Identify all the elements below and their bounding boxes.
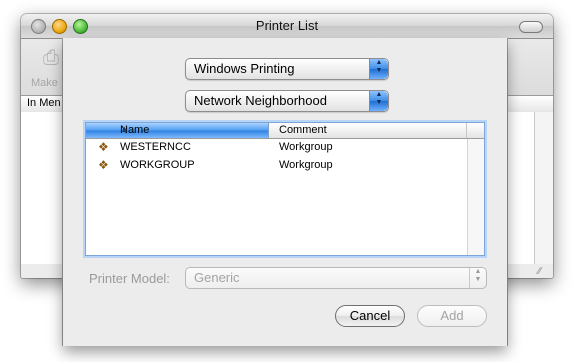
make-default-label[interactable]: Make (31, 77, 58, 89)
resize-grip-icon[interactable]: ∕∕ (538, 266, 550, 277)
popup-arrows-icon: ▲ ▼ (469, 268, 486, 288)
table-scrollbar[interactable] (467, 139, 484, 255)
row-name: WORKGROUP (120, 159, 195, 171)
connection-type-popup[interactable]: Windows Printing ▲ ▼ (185, 58, 389, 80)
connection-type-value: Windows Printing (194, 61, 295, 76)
browse-location-popup[interactable]: Network Neighborhood ▲ ▼ (185, 90, 389, 112)
popup-arrows-icon: ▲ ▼ (369, 91, 388, 111)
row-comment: Workgroup (279, 159, 333, 171)
row-comment: Workgroup (279, 141, 333, 153)
column-header-comment[interactable]: Comment (269, 123, 467, 138)
add-button: Add (417, 305, 487, 327)
printer-model-popup: Generic ▲ ▼ (185, 267, 487, 289)
table-rows: ❖ WESTERNCC Workgroup ❖ WORKGROUP Workgr… (86, 139, 467, 255)
workgroup-printer-icon: ❖ (98, 140, 109, 154)
popup-arrows-icon: ▲ ▼ (369, 59, 388, 79)
browse-location-value: Network Neighborhood (194, 93, 327, 108)
workgroup-printer-icon: ❖ (98, 158, 109, 172)
header-corner (467, 123, 484, 138)
add-printer-sheet: Windows Printing ▲ ▼ Network Neighborhood… (63, 38, 507, 346)
column-in-menu[interactable]: In Men (27, 97, 61, 109)
column-header-name[interactable]: Name ▲ (86, 123, 269, 138)
window-title: Printer List (255, 18, 319, 33)
row-name: WESTERNCC (120, 141, 191, 153)
cancel-button[interactable]: Cancel (335, 305, 405, 327)
table-row[interactable]: ❖ WESTERNCC Workgroup (86, 139, 467, 157)
toolbar-toggle-button[interactable] (519, 21, 543, 33)
printer-model-value: Generic (194, 270, 240, 285)
title-bar[interactable]: Printer List (21, 14, 553, 39)
printer-list-scrollbar[interactable] (534, 112, 553, 264)
sort-ascending-icon: ▲ (120, 124, 129, 134)
table-row[interactable]: ❖ WORKGROUP Workgroup (86, 157, 467, 175)
printer-model-label: Printer Model: (89, 271, 170, 286)
table-header: Name ▲ Comment (86, 123, 484, 139)
printer-browser-table[interactable]: Name ▲ Comment ❖ WESTERNCC Workgroup ❖ W… (85, 122, 485, 256)
